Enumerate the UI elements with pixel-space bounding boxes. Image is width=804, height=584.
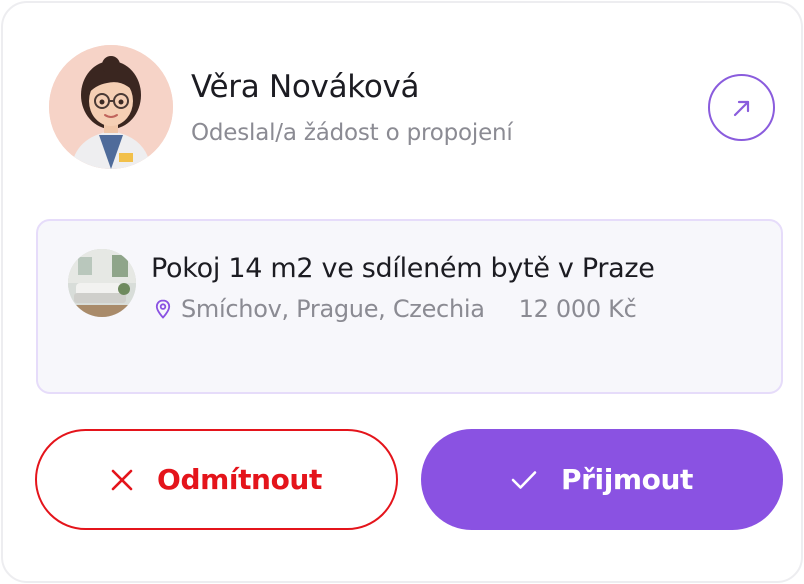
reject-button[interactable]: Odmítnout: [35, 429, 398, 530]
reject-label: Odmítnout: [157, 463, 322, 496]
open-profile-button[interactable]: [708, 74, 775, 141]
map-pin-icon: [155, 299, 171, 319]
accept-label: Přijmout: [560, 463, 694, 496]
listing-title: Pokoj 14 m2 ve sdíleném bytě v Praze: [151, 253, 655, 284]
listing-thumbnail: [68, 249, 136, 317]
listing-location: Smíchov, Prague, Czechia: [181, 295, 485, 323]
request-subtitle: Odeslal/a žádost o propojení: [191, 120, 513, 146]
listing-card[interactable]: Pokoj 14 m2 ve sdíleném bytě v Praze Smí…: [36, 219, 783, 394]
listing-meta: Smíchov, Prague, Czechia 12 000 Kč: [155, 295, 637, 323]
check-icon: [511, 470, 537, 490]
arrow-up-right-icon: [733, 100, 749, 116]
sender-name: Věra Nováková: [191, 69, 420, 105]
connection-request-card: Věra Nováková Odeslal/a žádost o propoje…: [1, 1, 803, 583]
avatar: [49, 45, 173, 169]
accept-button[interactable]: Přijmout: [421, 429, 783, 530]
close-icon: [111, 469, 133, 491]
listing-price: 12 000 Kč: [518, 295, 637, 323]
